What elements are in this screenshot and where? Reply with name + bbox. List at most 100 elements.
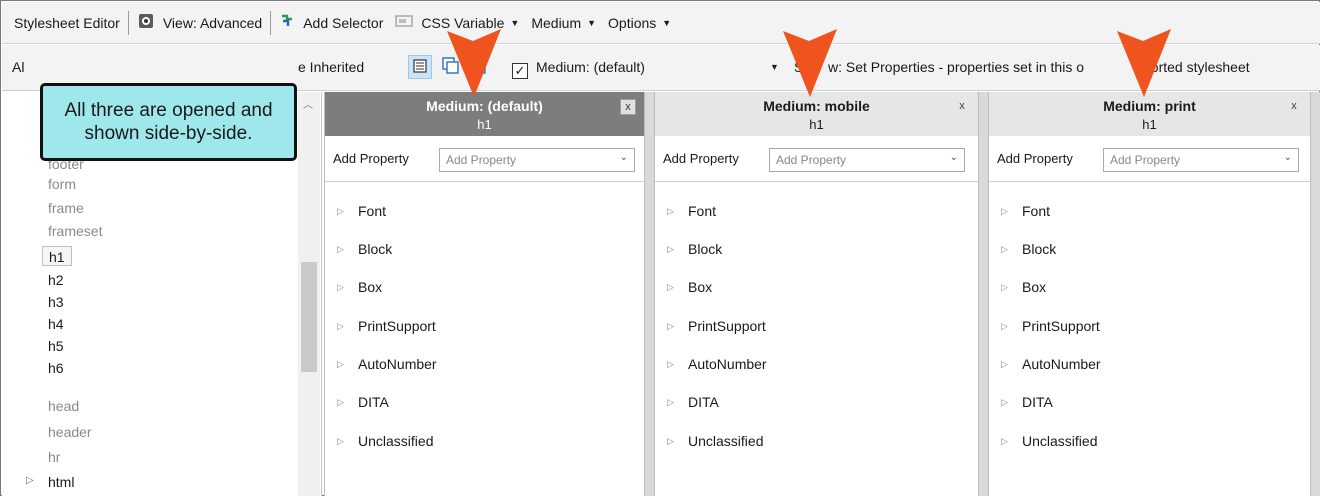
- close-panel-button[interactable]: x: [1286, 99, 1302, 115]
- expand-arrow-icon: ▷: [1001, 282, 1008, 292]
- property-group-label: Block: [1022, 241, 1057, 257]
- filter-text: Al: [12, 59, 25, 75]
- property-group[interactable]: ▷ Block: [655, 238, 978, 260]
- options-menu[interactable]: Options ▼: [602, 9, 677, 37]
- chevron-down-icon: ⌄: [1283, 152, 1292, 163]
- property-group[interactable]: ▷ AutoNumber: [325, 353, 644, 375]
- chevron-down-icon: ⌄: [619, 152, 628, 163]
- tree-item[interactable]: h6: [48, 358, 64, 378]
- expand-arrow-icon: ▷: [1001, 244, 1008, 254]
- property-group[interactable]: ▷ Font: [655, 200, 978, 222]
- panel-subtitle: h1: [477, 117, 492, 132]
- tree-item[interactable]: frame: [48, 198, 84, 218]
- show-filter-text[interactable]: w: Set Properties - properties set in th…: [828, 59, 1084, 75]
- expand-arrow-icon: ▷: [1001, 321, 1008, 331]
- tree-item[interactable]: h3: [48, 292, 64, 312]
- toolbar-separator: [270, 10, 272, 35]
- expand-arrow-icon: ▷: [1001, 436, 1008, 446]
- medium-default-toggle[interactable]: ✓ Medium: (default): [512, 59, 645, 79]
- tree-item[interactable]: form: [48, 174, 76, 194]
- property-group-label: Box: [1022, 279, 1047, 295]
- add-selector-button[interactable]: Add Selector: [273, 9, 389, 37]
- css-variable-icon: [395, 13, 414, 32]
- tree-item[interactable]: header: [48, 422, 92, 442]
- options-label: Options: [608, 14, 657, 31]
- add-property-placeholder: Add Property: [446, 153, 517, 167]
- expand-arrow-icon: ▷: [1001, 397, 1008, 407]
- property-group-label: Unclassified: [1022, 433, 1098, 449]
- tree-scrollbar[interactable]: ︿: [298, 92, 320, 496]
- expand-arrow-icon: ▷: [667, 397, 674, 407]
- add-property-dropdown[interactable]: Add Property ⌄: [439, 148, 635, 172]
- property-group-label: Font: [1022, 203, 1051, 219]
- add-property-placeholder: Add Property: [776, 153, 847, 167]
- property-group-label: PrintSupport: [358, 318, 436, 334]
- expand-arrow-icon: ▷: [337, 321, 344, 331]
- toolbar-separator: [127, 10, 129, 35]
- add-property-label: Add Property: [997, 151, 1073, 166]
- view-button[interactable]: View: Advanced: [131, 9, 268, 37]
- callout-text: All three are opened and shown side-by-s…: [64, 100, 273, 144]
- expand-arrow-icon: ▷: [667, 282, 674, 292]
- scroll-up-icon[interactable]: ︿: [303, 96, 313, 111]
- property-group[interactable]: ▷ PrintSupport: [989, 315, 1310, 337]
- close-panel-button[interactable]: x: [954, 99, 970, 115]
- add-property-dropdown[interactable]: Add Property ⌄: [769, 148, 965, 172]
- add-property-dropdown[interactable]: Add Property ⌄: [1103, 148, 1299, 172]
- tree-item[interactable]: head: [48, 396, 79, 416]
- side-by-side-view-button[interactable]: [408, 55, 432, 79]
- panel-divider[interactable]: [645, 92, 654, 496]
- tree-item[interactable]: html: [48, 472, 74, 492]
- expand-arrow-icon: ▷: [667, 321, 674, 331]
- add-property-row: Add Property Add Property ⌄: [655, 136, 978, 182]
- property-group[interactable]: ▷ Font: [325, 200, 644, 222]
- property-group-label: AutoNumber: [358, 356, 437, 372]
- property-group[interactable]: ▷ Box: [325, 276, 644, 298]
- property-group[interactable]: ▷ Unclassified: [655, 430, 978, 452]
- tree-item[interactable]: frameset: [48, 221, 102, 241]
- medium-dropdown-caret-icon[interactable]: ▼: [770, 62, 779, 72]
- property-group[interactable]: ▷ Box: [655, 276, 978, 298]
- property-group-label: Font: [358, 203, 387, 219]
- property-group-label: PrintSupport: [1022, 318, 1100, 334]
- medium-panel-default: Medium: (default) h1 x Add Property Add …: [324, 92, 645, 496]
- property-group[interactable]: ▷ DITA: [325, 391, 644, 413]
- chevron-down-icon: ⌄: [949, 152, 958, 163]
- property-group[interactable]: ▷ DITA: [655, 391, 978, 413]
- panel-divider[interactable]: [979, 92, 988, 496]
- tree-item[interactable]: h5: [48, 336, 64, 356]
- scrollbar-thumb[interactable]: [301, 262, 317, 372]
- tree-item[interactable]: hr: [48, 447, 60, 467]
- property-group[interactable]: ▷ AutoNumber: [989, 353, 1310, 375]
- medium-checkbox[interactable]: ✓: [512, 63, 528, 79]
- medium-checkbox-label: Medium: (default): [536, 59, 645, 75]
- expand-arrow-icon[interactable]: ▷: [26, 475, 34, 486]
- add-property-row: Add Property Add Property ⌄: [325, 136, 644, 182]
- tree-item-selected[interactable]: h1: [42, 246, 72, 266]
- expand-arrow-icon: ▷: [667, 206, 674, 216]
- property-group[interactable]: ▷ Block: [989, 238, 1310, 260]
- medium-menu[interactable]: Medium ▼: [525, 9, 602, 37]
- property-group-label: Block: [688, 241, 723, 257]
- tree-item[interactable]: h4: [48, 314, 64, 334]
- property-group[interactable]: ▷ PrintSupport: [325, 315, 644, 337]
- property-group[interactable]: ▷ Unclassified: [325, 430, 644, 452]
- property-group[interactable]: ▷ PrintSupport: [655, 315, 978, 337]
- expand-arrow-icon: ▷: [337, 282, 344, 292]
- property-group[interactable]: ▷ Block: [325, 238, 644, 260]
- close-panel-button[interactable]: x: [620, 99, 636, 115]
- medium-label: Medium: [531, 14, 582, 31]
- property-group[interactable]: ▷ Unclassified: [989, 430, 1310, 452]
- tree-item[interactable]: h2: [48, 270, 64, 290]
- annotation-arrow-icon: [1117, 29, 1171, 97]
- add-selector-label: Add Selector: [303, 14, 384, 31]
- panel-subtitle: h1: [809, 117, 824, 132]
- medium-panel-print: Medium: print h1 x Add Property Add Prop…: [988, 92, 1311, 496]
- expand-arrow-icon: ▷: [1001, 359, 1008, 369]
- property-group[interactable]: ▷ AutoNumber: [655, 353, 978, 375]
- property-group[interactable]: ▷ DITA: [989, 391, 1310, 413]
- property-group-label: Unclassified: [688, 433, 764, 449]
- dropdown-caret-icon: ▼: [510, 17, 520, 28]
- property-group[interactable]: ▷ Box: [989, 276, 1310, 298]
- property-group[interactable]: ▷ Font: [989, 200, 1310, 222]
